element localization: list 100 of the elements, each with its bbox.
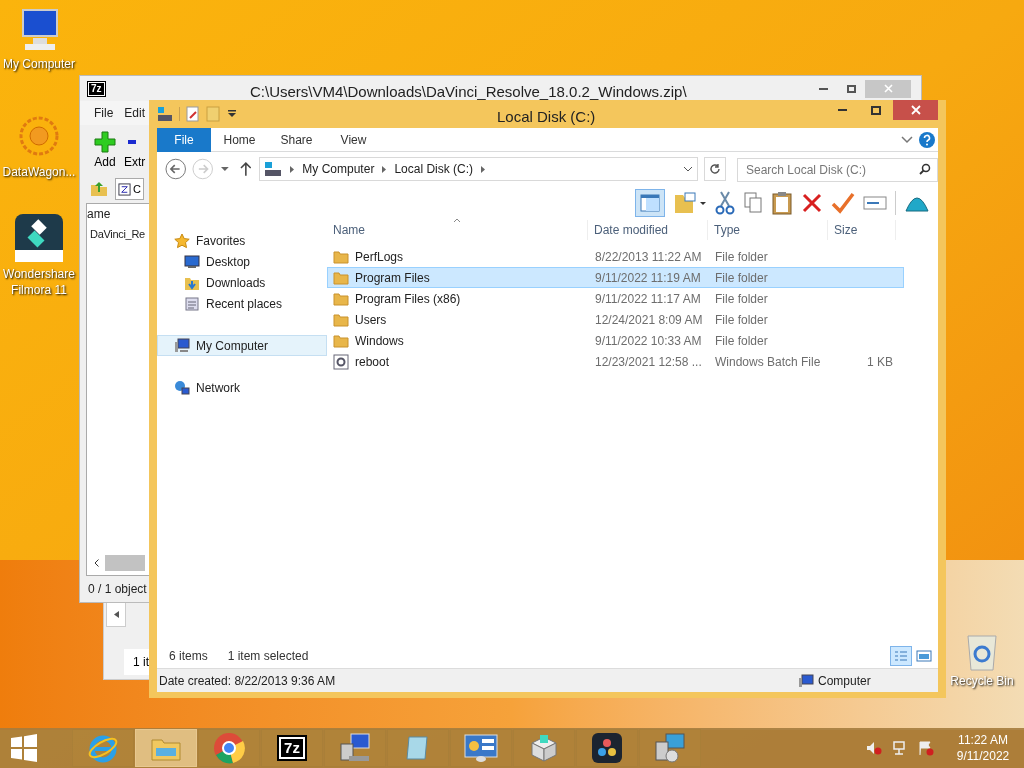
taskbar-button[interactable]: 7z: [261, 729, 323, 767]
recent-places-icon: [184, 295, 200, 312]
archive-icon: [118, 182, 131, 196]
back-button[interactable]: [165, 158, 187, 180]
file-row[interactable]: Program Files 9/11/2022 11:19 AM File folder: [327, 267, 904, 288]
file-row[interactable]: Users 12/24/2021 8:09 AM File folder: [327, 309, 904, 330]
copy-icon[interactable]: [743, 191, 763, 215]
chevron-right-icon[interactable]: [481, 165, 486, 173]
file-name: Windows: [355, 332, 404, 350]
checkmark-icon[interactable]: [831, 192, 855, 214]
file-row[interactable]: Program Files (x86) 9/11/2022 11:17 AM File folder: [327, 288, 904, 309]
nav-item[interactable]: Recent places: [157, 293, 327, 314]
column-header[interactable]: Date modified: [588, 220, 708, 240]
expand-ribbon-icon[interactable]: [901, 135, 913, 144]
folder-options-icon[interactable]: [673, 191, 707, 215]
ribbon-tab[interactable]: File: [157, 127, 211, 152]
computer-icon: [798, 673, 814, 688]
file-row[interactable]: PerfLogs 8/22/2013 11:22 AM File folder: [327, 246, 904, 267]
nav-item[interactable]: Favorites: [157, 230, 327, 251]
window-title: C:\Users\VM4\Downloads\DaVinci_Resolve_18.0.2_Windows.zip\: [250, 82, 687, 102]
extract-button[interactable]: Extr: [124, 131, 146, 171]
computer-icon: [174, 337, 190, 354]
taskbar-button[interactable]: [450, 729, 512, 767]
column-header[interactable]: Name: [327, 220, 588, 240]
refresh-button[interactable]: [704, 157, 726, 181]
volume-muted-icon[interactable]: [866, 740, 882, 756]
date-modified: 9/11/2022 10:33 AM: [594, 332, 703, 350]
taskbar-button[interactable]: [198, 729, 260, 767]
scroll-left-icon[interactable]: [113, 610, 119, 618]
refresh-icon[interactable]: [709, 163, 722, 175]
resolve-logo-icon: [592, 733, 622, 763]
file-name: Program Files: [355, 269, 430, 287]
file-name: Users: [355, 311, 387, 329]
network-icon[interactable]: [892, 740, 908, 756]
location-text: Computer: [818, 672, 872, 690]
properties-icon[interactable]: [186, 106, 200, 122]
file-type: Windows Batch File: [714, 353, 822, 371]
plus-icon[interactable]: [94, 131, 116, 153]
menu-item[interactable]: Edit: [124, 104, 146, 122]
menu-item[interactable]: File: [94, 104, 114, 122]
file-type: File folder: [714, 248, 769, 266]
window-title: Local Disk (C:): [497, 107, 596, 127]
dropdown-icon[interactable]: [683, 165, 694, 173]
ribbon-tab[interactable]: Home: [211, 127, 268, 152]
file-type: File folder: [714, 332, 769, 350]
scroll-left-icon[interactable]: [93, 559, 99, 567]
taskbar-button[interactable]: [513, 729, 575, 767]
computer-icon[interactable]: [157, 106, 173, 122]
chrome-logo-icon: [213, 732, 245, 764]
column-header[interactable]: Size: [828, 220, 896, 240]
up-arrow-icon[interactable]: [239, 161, 252, 177]
rename-icon[interactable]: [863, 194, 887, 212]
paste-icon[interactable]: [771, 191, 793, 215]
clock-date[interactable]: 9/11/2022: [956, 748, 1010, 764]
clock-time[interactable]: 11:22 AM: [958, 732, 1008, 748]
breadcrumb-item[interactable]: Local Disk (C:): [394, 160, 474, 178]
folder-icon: [333, 270, 349, 285]
taskbar-button[interactable]: [576, 729, 638, 767]
file-name: PerfLogs: [355, 248, 404, 266]
folder-icon: [333, 312, 349, 327]
address-field[interactable]: C: [115, 178, 144, 200]
status-text: 1 item selected: [227, 648, 309, 665]
nav-item[interactable]: My Computer: [157, 335, 327, 356]
preview-pane-button[interactable]: [635, 189, 665, 217]
control-panel-icon: [464, 733, 498, 763]
help-icon[interactable]: [919, 131, 935, 148]
chevron-right-icon[interactable]: [382, 165, 387, 173]
file-name[interactable]: DaVinci_Re: [90, 225, 145, 243]
large-icons-view-button[interactable]: [916, 649, 932, 663]
start-button[interactable]: [10, 734, 38, 762]
status-text: 0 / 1 object: [88, 581, 147, 598]
add-button[interactable]: Add: [94, 131, 116, 171]
close-button[interactable]: [893, 100, 938, 120]
search-icon[interactable]: [919, 163, 931, 175]
address-bar[interactable]: My Computer Local Disk (C:): [259, 157, 699, 181]
delete-icon[interactable]: [801, 192, 823, 214]
chevron-right-icon[interactable]: [290, 165, 295, 173]
recent-dropdown-icon[interactable]: [219, 165, 230, 173]
cut-icon[interactable]: [715, 191, 735, 215]
scrollbar-thumb[interactable]: [105, 555, 145, 571]
close-icon[interactable]: [910, 105, 921, 115]
app-logo-icon: 7z: [279, 737, 305, 759]
file-row[interactable]: Windows 9/11/2022 10:33 AM File folder: [327, 330, 904, 351]
up-folder-icon[interactable]: [90, 181, 108, 197]
nav-item[interactable]: Desktop: [157, 251, 327, 272]
column-header[interactable]: Type: [708, 220, 828, 240]
taskbar-button[interactable]: [639, 729, 701, 767]
search-field[interactable]: Search Local Disk (C:): [737, 158, 938, 182]
file-row[interactable]: reboot 12/23/2021 12:58 ... Windows Batch File 1 KB: [327, 351, 904, 372]
dropdown-icon[interactable]: [228, 110, 236, 118]
ribbon-tab[interactable]: Share: [268, 127, 325, 152]
file-type: File folder: [714, 311, 769, 329]
desktop-icon: [184, 254, 200, 269]
breadcrumb-item[interactable]: My Computer: [302, 160, 375, 178]
taskbar-button[interactable]: [324, 729, 386, 767]
flag-icon[interactable]: [918, 740, 934, 756]
nav-item[interactable]: Downloads: [157, 272, 327, 293]
nav-item[interactable]: Network: [157, 377, 327, 398]
ribbon-tab[interactable]: View: [325, 127, 382, 152]
column-header[interactable]: ame: [87, 205, 111, 223]
